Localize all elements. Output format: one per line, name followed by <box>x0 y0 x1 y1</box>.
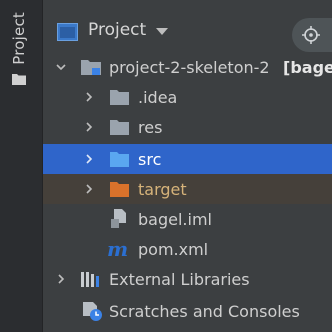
res-folder-label: res <box>138 117 163 137</box>
project-view-icon <box>57 23 78 41</box>
project-root-name: project-2-skeleton-2 <box>109 57 270 77</box>
chevron-right-icon[interactable] <box>84 154 94 164</box>
maven-icon: m <box>107 237 129 261</box>
tree-node-scratches[interactable]: Scratches and Consoles <box>43 296 332 326</box>
module-folder-icon <box>81 60 101 75</box>
target-folder-label: target <box>138 179 187 199</box>
src-folder-label: src <box>138 149 162 169</box>
source-folder-icon <box>110 152 129 167</box>
chevron-right-icon[interactable] <box>84 122 94 132</box>
view-selector-title[interactable]: Project <box>88 20 146 40</box>
idea-folder-label: .idea <box>138 87 178 107</box>
chevron-down-icon[interactable] <box>156 28 168 35</box>
tree-node-external-libraries[interactable]: External Libraries <box>43 264 332 294</box>
project-tool-tab[interactable]: Project <box>8 12 30 104</box>
project-tab-label: Project <box>10 12 28 65</box>
tree-node-res[interactable]: res <box>43 112 332 142</box>
iml-file-icon <box>111 209 126 228</box>
project-folder-icon <box>12 73 26 85</box>
tree-node-bagel-iml[interactable]: bagel.iml <box>43 204 332 234</box>
scratches-icon <box>83 302 102 321</box>
chevron-down-icon[interactable] <box>56 62 66 72</box>
chevron-right-icon[interactable] <box>56 274 66 284</box>
locate-target-icon <box>302 26 320 44</box>
external-libraries-label: External Libraries <box>109 269 250 289</box>
folder-icon <box>110 120 129 135</box>
folder-icon <box>110 90 129 105</box>
project-panel: Project project-2-skeleton-2 [bagel . <box>43 0 332 332</box>
project-module-label: [bagel <box>283 57 332 77</box>
excluded-folder-icon <box>110 182 129 197</box>
tree-node-target[interactable]: target <box>43 174 332 204</box>
bagel-iml-label: bagel.iml <box>138 209 212 229</box>
locate-target-button[interactable] <box>292 18 332 52</box>
chevron-right-icon[interactable] <box>84 92 94 102</box>
tree-node-idea[interactable]: .idea <box>43 82 332 112</box>
libraries-icon <box>81 272 99 287</box>
tree-node-project-root[interactable]: project-2-skeleton-2 [bagel <box>43 52 332 82</box>
chevron-right-icon[interactable] <box>84 184 94 194</box>
tree-node-src[interactable]: src <box>43 144 332 174</box>
pom-xml-label: pom.xml <box>138 239 209 259</box>
tool-window-sidebar: Project <box>0 0 43 332</box>
scratches-label: Scratches and Consoles <box>109 301 300 321</box>
tree-node-pom-xml[interactable]: m pom.xml <box>43 234 332 264</box>
